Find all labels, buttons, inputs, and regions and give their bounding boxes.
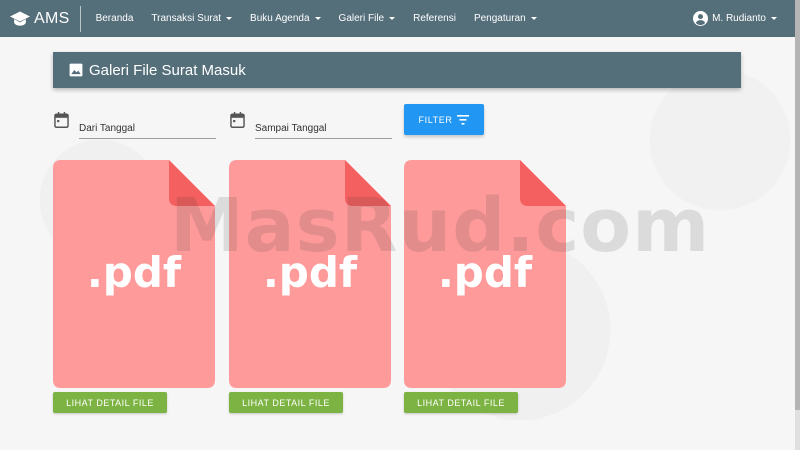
brand-name: AMS (34, 9, 70, 27)
file-extension: .pdf (87, 248, 182, 297)
nav-item-pengaturan[interactable]: Pengaturan (465, 0, 546, 37)
date-to-field (230, 112, 392, 140)
view-file-detail-button[interactable]: LIHAT DETAIL FILE (53, 392, 167, 413)
filter-button-label: FILTER (418, 114, 453, 125)
user-name: M. Rudianto (712, 13, 766, 24)
calendar-icon (230, 112, 245, 128)
pdf-file-icon[interactable]: .pdf (404, 160, 569, 390)
nav-label: Beranda (95, 13, 134, 24)
pdf-file-icon[interactable]: .pdf (229, 160, 394, 390)
filter-icon (457, 114, 470, 125)
caret-down-icon (771, 17, 777, 20)
view-file-detail-button[interactable]: LIHAT DETAIL FILE (404, 392, 518, 413)
nav-label: Galeri File (338, 13, 385, 24)
view-file-detail-button[interactable]: LIHAT DETAIL FILE (229, 392, 343, 413)
nav-item-transaksi-surat[interactable]: Transaksi Surat (142, 0, 241, 37)
nav-label: Buku Agenda (250, 13, 310, 24)
image-icon (69, 63, 83, 77)
file-card: .pdf LIHAT DETAIL FILE (229, 160, 394, 413)
account-circle-icon (693, 11, 709, 26)
caret-down-icon (314, 17, 321, 20)
file-card: .pdf LIHAT DETAIL FILE (404, 160, 569, 413)
nav-item-galeri-file[interactable]: Galeri File (330, 0, 405, 37)
page-header: Galeri File Surat Masuk (53, 52, 741, 88)
caret-down-icon (530, 17, 537, 20)
file-extension: .pdf (263, 248, 358, 297)
nav-item-referensi[interactable]: Referensi (404, 0, 465, 37)
caret-down-icon (226, 17, 233, 20)
calendar-icon (54, 112, 69, 128)
nav-label: Pengaturan (473, 13, 526, 24)
nav-item-buku-agenda[interactable]: Buku Agenda (241, 0, 330, 37)
graduation-cap-icon (10, 11, 30, 26)
file-card: .pdf LIHAT DETAIL FILE (53, 160, 218, 413)
brand[interactable]: AMS (0, 5, 81, 32)
page-scrollbar[interactable] (795, 0, 800, 450)
filter-button[interactable]: FILTER (404, 104, 484, 135)
pdf-file-icon[interactable]: .pdf (53, 160, 218, 390)
date-from-input[interactable] (79, 112, 216, 139)
user-menu[interactable]: M. Rudianto (693, 0, 777, 37)
date-from-field (54, 112, 216, 140)
caret-down-icon (389, 17, 396, 20)
nav-label: Referensi (413, 13, 456, 24)
top-navbar: AMS Beranda Transaksi Surat Buku Agenda … (0, 0, 795, 37)
nav-label: Transaksi Surat (151, 13, 222, 24)
nav-menu: Beranda Transaksi Surat Buku Agenda Gale… (87, 0, 546, 37)
date-to-input[interactable] (255, 112, 392, 139)
nav-item-beranda[interactable]: Beranda (87, 0, 143, 37)
file-extension: .pdf (438, 248, 533, 297)
page-title: Galeri File Surat Masuk (89, 61, 246, 79)
scrollbar-thumb[interactable] (795, 0, 800, 410)
